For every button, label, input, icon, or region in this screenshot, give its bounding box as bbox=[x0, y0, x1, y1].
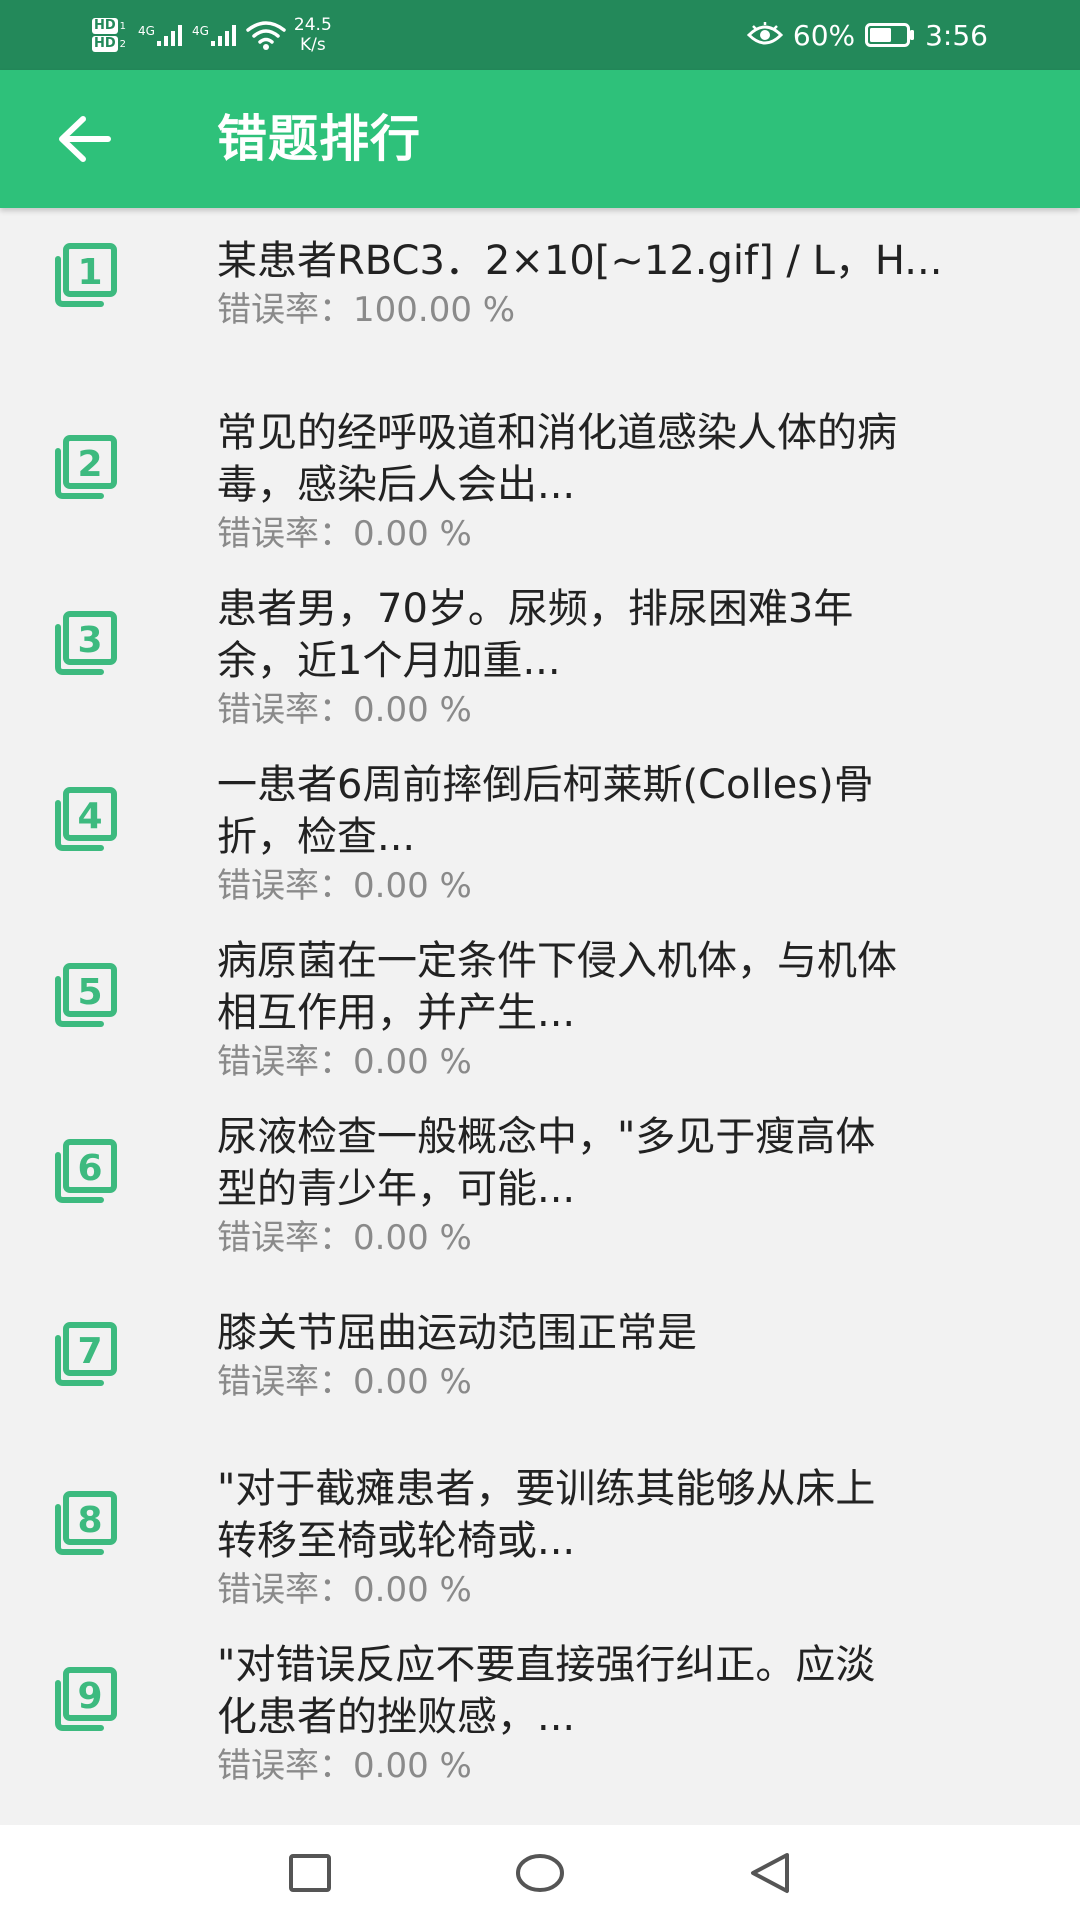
list-item[interactable]: 4 一患者6周前摔倒后柯莱斯(Colles)骨 折，检查... 错误率： 0.0… bbox=[0, 726, 1080, 906]
rank-number: 9 bbox=[77, 1676, 102, 1717]
status-left: HD 1 HD 2 4G 4G 24.5 K/s bbox=[92, 10, 332, 60]
wifi-icon bbox=[246, 21, 286, 50]
rank-number: 1 bbox=[77, 252, 102, 293]
list-item[interactable]: 5 病原菌在一定条件下侵入机体，与机体 相互作用，并产生... 错误率： 0.0… bbox=[0, 902, 1080, 1082]
list-item-text: 常见的经呼吸道和消化道感染人体的病 毒，感染后人会出... 错误率： 0.00 … bbox=[217, 407, 1037, 557]
status-right: 60% 3:56 bbox=[746, 0, 988, 70]
hd-label: HD bbox=[92, 36, 118, 52]
hd-label: HD bbox=[92, 18, 118, 34]
hd-sub: 1 bbox=[119, 20, 127, 32]
wrong-question-list: 1 某患者RBC3．2×10[~12.gif] / L，H... 错误率： 10… bbox=[0, 208, 1080, 1786]
triangle-back-icon[interactable] bbox=[730, 1825, 810, 1920]
rank-number: 8 bbox=[77, 1500, 102, 1541]
error-rate-value: 100.00 % bbox=[353, 290, 516, 330]
rank-number: 2 bbox=[77, 444, 102, 485]
question-text: "对错误反应不要直接强行纠正。应淡 化患者的挫败感，... bbox=[217, 1642, 876, 1740]
list-item-text: 患者男，70岁。尿频，排尿困难3年 余，近1个月加重... 错误率： 0.00 … bbox=[217, 583, 1037, 733]
list-item-text: 某患者RBC3．2×10[~12.gif] / L，H... 错误率： 100.… bbox=[217, 235, 1037, 333]
battery-percent: 60% bbox=[792, 18, 856, 52]
list-item[interactable]: 6 尿液检查一般概念中，"多见于瘦高体 型的青少年，可能... 错误率： 0.0… bbox=[0, 1078, 1080, 1279]
rank-number: 4 bbox=[77, 796, 102, 837]
signal-icon: 4G bbox=[138, 24, 182, 46]
net-speed-unit: K/s bbox=[299, 35, 326, 55]
error-rate-value: 0.00 % bbox=[353, 1746, 472, 1786]
error-rate-label: 错误率： bbox=[217, 1218, 353, 1258]
list-item[interactable]: 8 "对于截瘫患者，要训练其能够从床上 转移至椅或轮椅或... 错误率： 0.0… bbox=[0, 1430, 1080, 1610]
system-nav-bar bbox=[0, 1825, 1080, 1920]
error-rate-label: 错误率： bbox=[217, 1746, 353, 1786]
error-rate: 错误率： 0.00 % bbox=[217, 1359, 1037, 1405]
error-rate: 错误率： 0.00 % bbox=[217, 1743, 1037, 1789]
rank-number: 5 bbox=[77, 972, 102, 1013]
question-text: 常见的经呼吸道和消化道感染人体的病 毒，感染后人会出... bbox=[217, 410, 897, 508]
filter-number-icon: 1 bbox=[55, 243, 117, 307]
list-item[interactable]: 2 常见的经呼吸道和消化道感染人体的病 毒，感染后人会出... 错误率： 0.0… bbox=[0, 374, 1080, 554]
filter-number-icon: 4 bbox=[55, 787, 117, 851]
status-bar: HD 1 HD 2 4G 4G 24.5 K/s 60% 3:56 bbox=[0, 0, 1080, 70]
error-rate-value: 0.00 % bbox=[353, 1218, 472, 1258]
error-rate-value: 0.00 % bbox=[353, 1362, 472, 1402]
question-text: 膝关节屈曲运动范围正常是 bbox=[217, 1310, 697, 1356]
page-title: 错题排行 bbox=[217, 110, 421, 168]
error-rate-label: 错误率： bbox=[217, 290, 353, 330]
hd-badge-1: HD 1 bbox=[92, 18, 126, 34]
list-item-text: 尿液检查一般概念中，"多见于瘦高体 型的青少年，可能... 错误率： 0.00 … bbox=[217, 1111, 1037, 1261]
list-item-text: "对于截瘫患者，要训练其能够从床上 转移至椅或轮椅或... 错误率： 0.00 … bbox=[217, 1463, 1037, 1613]
rank-number: 3 bbox=[77, 620, 102, 661]
filter-number-icon: 5 bbox=[55, 963, 117, 1027]
net-speed-value: 24.5 bbox=[293, 15, 332, 35]
list-item[interactable]: 3 患者男，70岁。尿频，排尿困难3年 余，近1个月加重... 错误率： 0.0… bbox=[0, 550, 1080, 730]
arrow-left-icon[interactable] bbox=[50, 104, 120, 174]
list-item[interactable]: 1 某患者RBC3．2×10[~12.gif] / L，H... 错误率： 10… bbox=[0, 208, 1080, 374]
question-text: 某患者RBC3．2×10[~12.gif] / L，H... bbox=[217, 238, 943, 284]
error-rate: 错误率： 0.00 % bbox=[217, 1215, 1037, 1261]
list-item-text: "对错误反应不要直接强行纠正。应淡 化患者的挫败感，... 错误率： 0.00 … bbox=[217, 1639, 1037, 1789]
eye-comfort-icon bbox=[746, 22, 783, 45]
sim1-label: 4G bbox=[138, 24, 155, 38]
filter-number-icon: 3 bbox=[55, 611, 117, 675]
list-item[interactable]: 7 膝关节屈曲运动范围正常是 错误率： 0.00 % bbox=[0, 1279, 1080, 1430]
filter-number-icon: 6 bbox=[55, 1139, 117, 1203]
hd-sub: 2 bbox=[119, 38, 127, 50]
filter-number-icon: 8 bbox=[55, 1491, 117, 1555]
hd-badge-2: HD 2 bbox=[92, 36, 126, 52]
clock: 3:56 bbox=[925, 18, 988, 52]
filter-number-icon: 9 bbox=[55, 1667, 117, 1731]
signal-icon: 4G bbox=[192, 24, 236, 46]
list-item[interactable]: 9 "对错误反应不要直接强行纠正。应淡 化患者的挫败感，... 错误率： 0.0… bbox=[0, 1606, 1080, 1786]
filter-number-icon: 2 bbox=[55, 435, 117, 499]
battery-icon bbox=[865, 23, 915, 47]
circle-icon[interactable] bbox=[500, 1825, 580, 1920]
error-rate-label: 错误率： bbox=[217, 1362, 353, 1402]
question-text: 一患者6周前摔倒后柯莱斯(Colles)骨 折，检查... bbox=[217, 762, 874, 860]
square-icon[interactable] bbox=[270, 1825, 350, 1920]
rank-number: 7 bbox=[77, 1331, 102, 1372]
app-bar: 错题排行 bbox=[0, 70, 1080, 208]
error-rate: 错误率： 100.00 % bbox=[217, 287, 1037, 333]
question-text: 病原菌在一定条件下侵入机体，与机体 相互作用，并产生... bbox=[217, 938, 897, 1036]
list-item-text: 一患者6周前摔倒后柯莱斯(Colles)骨 折，检查... 错误率： 0.00 … bbox=[217, 759, 1037, 909]
question-text: 患者男，70岁。尿频，排尿困难3年 余，近1个月加重... bbox=[217, 586, 854, 684]
question-text: "对于截瘫患者，要训练其能够从床上 转移至椅或轮椅或... bbox=[217, 1466, 876, 1564]
filter-number-icon: 7 bbox=[55, 1322, 117, 1386]
question-text: 尿液检查一般概念中，"多见于瘦高体 型的青少年，可能... bbox=[217, 1114, 876, 1212]
hd-indicators: HD 1 HD 2 bbox=[92, 18, 126, 52]
list-item-text: 膝关节屈曲运动范围正常是 错误率： 0.00 % bbox=[217, 1307, 1037, 1405]
net-speed: 24.5 K/s bbox=[294, 15, 332, 55]
list-item-text: 病原菌在一定条件下侵入机体，与机体 相互作用，并产生... 错误率： 0.00 … bbox=[217, 935, 1037, 1085]
rank-number: 6 bbox=[77, 1148, 102, 1189]
sim2-label: 4G bbox=[191, 24, 209, 38]
